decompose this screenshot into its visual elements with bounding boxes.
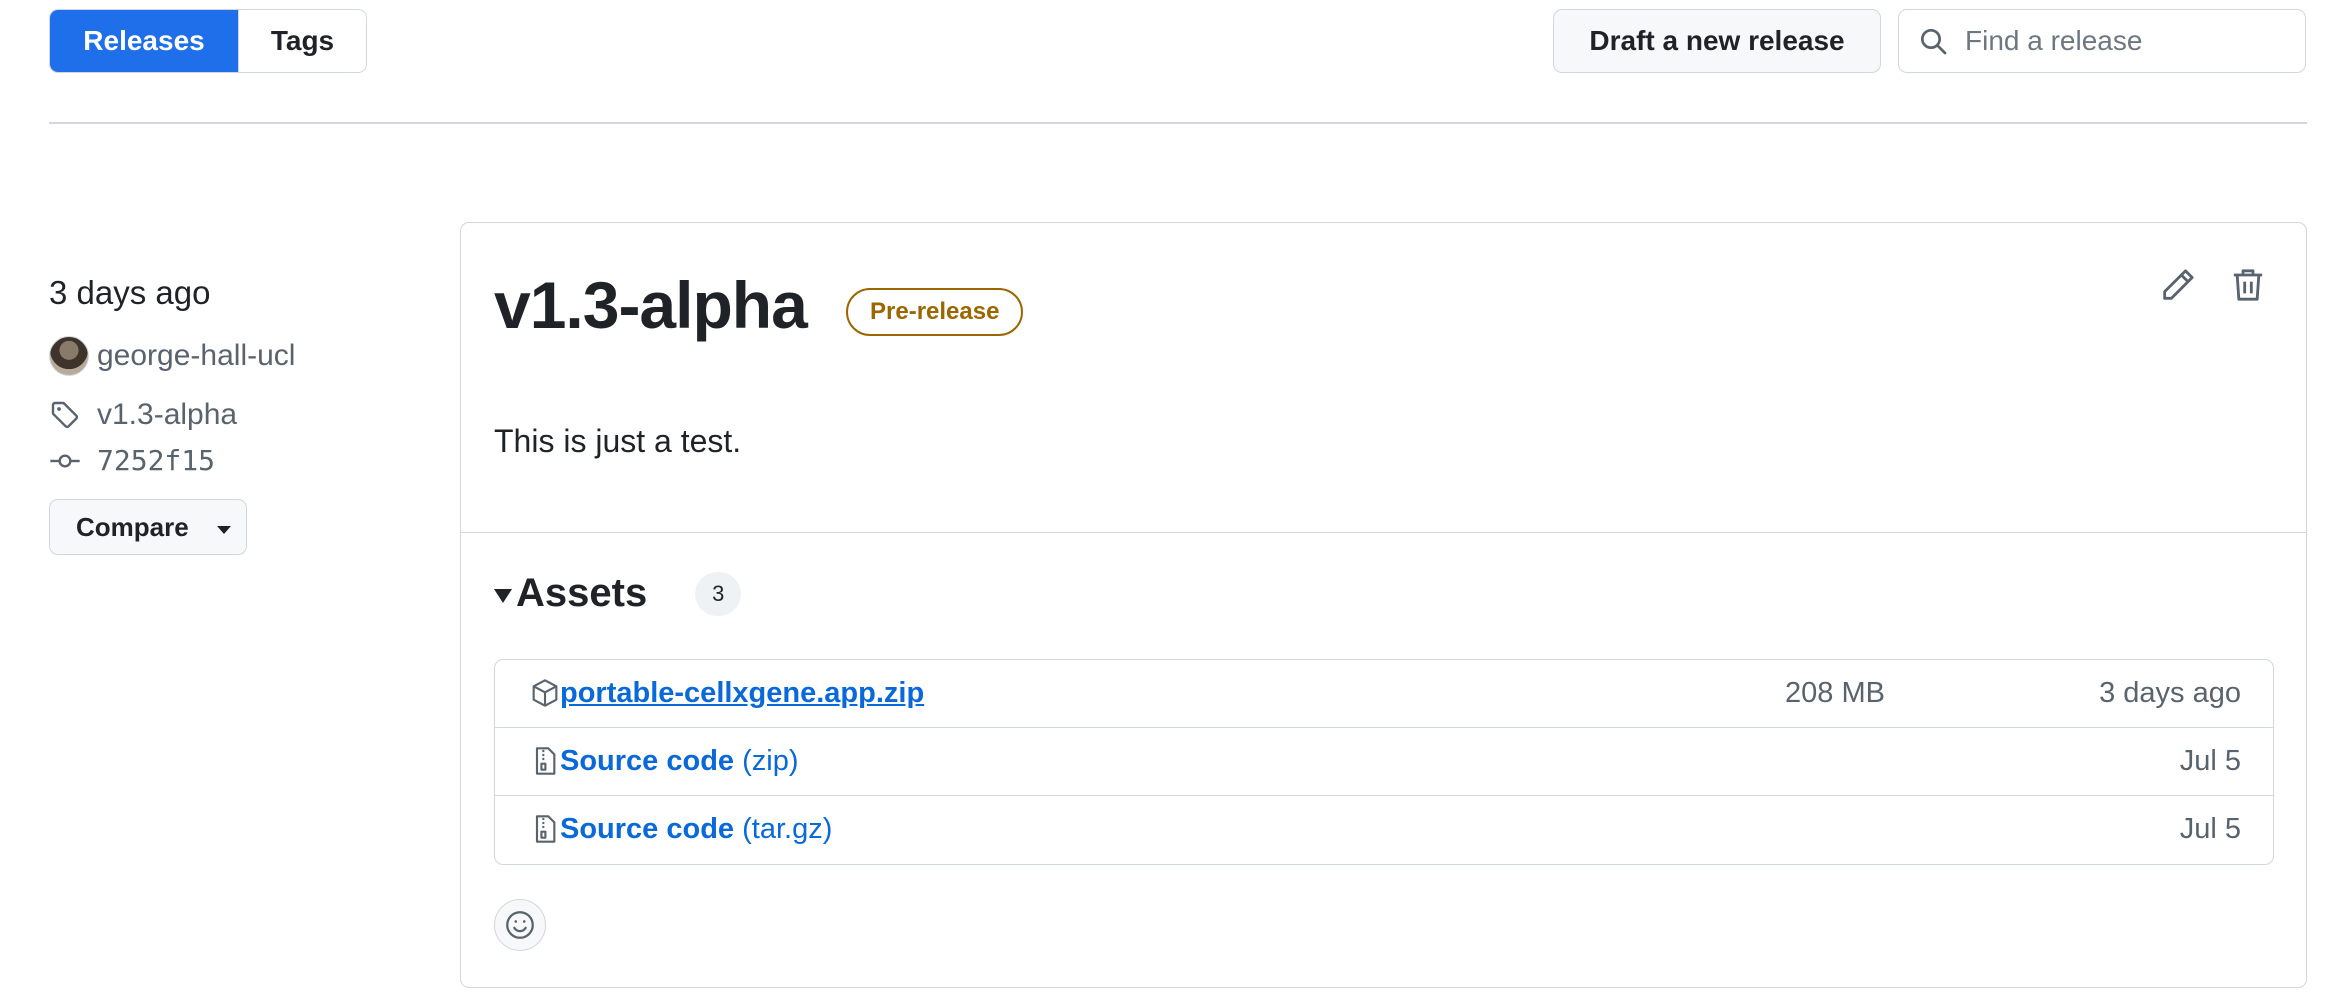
draft-new-release-button[interactable]: Draft a new release: [1553, 9, 1881, 73]
commit-icon: [50, 453, 80, 468]
asset-link-label[interactable]: Source code: [560, 813, 734, 845]
tab-tags[interactable]: Tags: [238, 10, 366, 72]
file-zip-icon: [535, 815, 556, 843]
asset-row: Source code (tar.gz) Jul 5: [495, 796, 2273, 864]
release-date: 3 days ago: [49, 274, 211, 311]
pencil-icon[interactable]: [2158, 265, 2198, 305]
author-name[interactable]: george-hall-ucl: [97, 339, 295, 373]
asset-row: Source code (zip) Jul 5: [495, 728, 2273, 796]
asset-row: portable-cellxgene.app.zip 208 MB 3 days…: [495, 660, 2273, 728]
prerelease-badge: Pre-release: [846, 288, 1024, 336]
assets-toggle[interactable]: Assets 3: [494, 571, 742, 616]
tab-releases[interactable]: Releases: [50, 10, 238, 72]
author-link[interactable]: george-hall-ucl: [49, 336, 295, 376]
commit-sha[interactable]: 7252f15: [97, 444, 215, 477]
release-search[interactable]: [1898, 9, 2306, 73]
file-zip-icon: [535, 747, 556, 775]
release-notes: This is just a test.: [494, 423, 742, 459]
tag-link[interactable]: v1.3-alpha: [49, 398, 237, 432]
tag-name[interactable]: v1.3-alpha: [97, 398, 237, 432]
asset-link[interactable]: portable-cellxgene.app.zip: [560, 677, 924, 710]
compare-button[interactable]: Compare: [49, 499, 247, 555]
assets-list: portable-cellxgene.app.zip 208 MB 3 days…: [494, 659, 2274, 865]
header-divider: [49, 122, 2307, 124]
commit-link[interactable]: 7252f15: [49, 444, 215, 477]
release-header: v1.3-alpha Pre-release This is just a te…: [461, 223, 2306, 533]
release-card: v1.3-alpha Pre-release This is just a te…: [460, 222, 2307, 988]
asset-date: 3 days ago: [2099, 677, 2241, 709]
assets-title: Assets: [516, 571, 648, 615]
asset-date: Jul 5: [2179, 745, 2241, 777]
asset-link[interactable]: Source code (zip): [560, 745, 799, 778]
release-tabs: Releases Tags: [49, 9, 367, 73]
tag-icon: [51, 401, 79, 429]
add-reaction-button[interactable]: [494, 899, 546, 951]
assets-count: 3: [695, 571, 742, 616]
asset-size: 208 MB: [1785, 677, 1885, 709]
asset-format[interactable]: (zip): [742, 745, 798, 777]
asset-date: Jul 5: [2179, 813, 2241, 845]
release-title[interactable]: v1.3-alpha: [494, 267, 808, 343]
asset-link-label[interactable]: Source code: [560, 745, 734, 777]
triangle-down-icon: [494, 588, 512, 603]
trash-icon[interactable]: [2228, 265, 2268, 305]
avatar: [49, 336, 89, 376]
package-icon: [532, 679, 558, 707]
smiley-icon: [506, 911, 534, 939]
asset-format[interactable]: (tar.gz): [742, 813, 832, 845]
search-icon: [1921, 29, 1947, 55]
chevron-down-icon: [216, 526, 231, 534]
search-input[interactable]: [1965, 25, 2285, 57]
compare-label: Compare: [76, 511, 189, 542]
asset-link[interactable]: Source code (tar.gz): [560, 813, 832, 846]
